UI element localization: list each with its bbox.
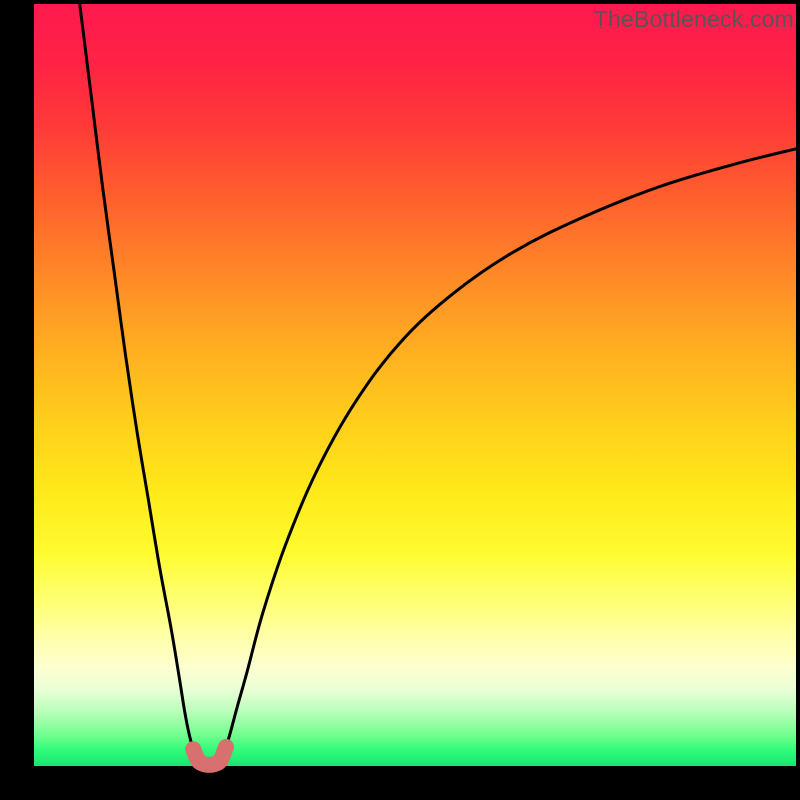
trough-marker [193, 747, 226, 765]
watermark-text: TheBottleneck.com [594, 6, 794, 33]
chart-curve-layer [34, 4, 796, 766]
chart-frame: TheBottleneck.com [0, 0, 800, 800]
series-left-branch [80, 4, 197, 757]
series-right-branch [222, 149, 796, 757]
